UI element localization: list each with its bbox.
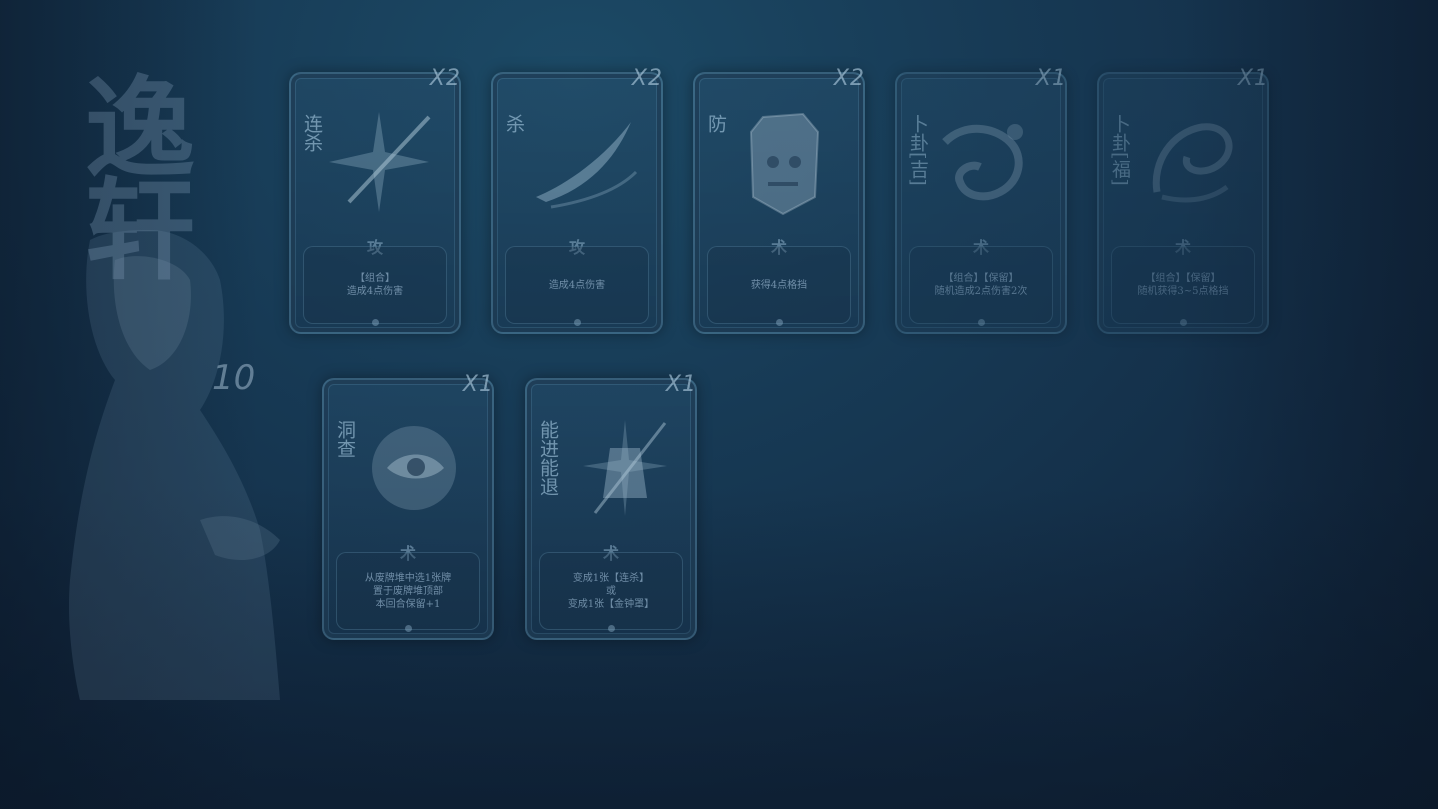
card-cost-dot [978,319,985,326]
card-cost-dot [1180,319,1187,326]
card-count: X1 [1237,66,1269,91]
card-dong-cha[interactable]: X1 洞查 术 从废牌堆中选1张牌 置于废牌堆顶部 本回合保留+1 [322,372,494,640]
card-bu-gua-ji[interactable]: X1 卜卦[吉] 术 【组合】【保留】 随机造成2点伤害2次 [895,66,1067,334]
demon-shield-icon [749,112,820,216]
card-description-box: 造成4点伤害 [505,246,649,324]
phoenix-divination-icon [1152,123,1233,203]
card-count: X2 [631,66,663,91]
card-description: 造成4点伤害 [548,279,606,291]
card-cost-dot [405,625,412,632]
card-neng-jin-neng-tui[interactable]: X1 能进能退 术 变成1张【连杀】 或 变成1张【金钟罩】 [525,372,697,640]
card-description: 从废牌堆中选1张牌 置于废牌堆顶部 本回合保留+1 [364,572,452,610]
eye-cloud-icon [372,426,456,510]
slash-blade-icon [536,122,638,209]
card-description-box: 获得4点格挡 [707,246,851,324]
card-description-box: 【组合】 造成4点伤害 [303,246,447,324]
card-bu-gua-fu[interactable]: X1 卜卦[福] 术 【组合】【保留】 随机获得3~5点格挡 [1097,66,1269,334]
card-count: X1 [1035,66,1067,91]
hero-level: 10 [212,358,256,398]
card-sha[interactable]: X2 杀 攻 造成4点伤害 [491,66,663,334]
card-description: 【组合】 造成4点伤害 [346,273,404,297]
hero-name: 逸轩 [66,70,195,274]
card-count: X1 [462,372,494,397]
card-description: 【组合】【保留】 随机获得3~5点格挡 [1137,273,1229,297]
starburst-blade-icon [329,112,431,212]
card-lian-sha[interactable]: X2 连杀 攻 【组合】 造成4点伤害 [289,66,461,334]
card-description: 【组合】【保留】 随机造成2点伤害2次 [934,273,1028,297]
card-description: 获得4点格挡 [750,279,808,291]
card-cost-dot [574,319,581,326]
card-cost-dot [372,319,379,326]
card-count: X2 [429,66,461,91]
card-description-box: 【组合】【保留】 随机造成2点伤害2次 [909,246,1053,324]
dragon-divination-icon [942,124,1023,201]
card-fang[interactable]: X2 防 术 获得4点格挡 [693,66,865,334]
card-description: 变成1张【连杀】 或 变成1张【金钟罩】 [567,572,655,610]
bell-burst-icon [583,420,667,516]
card-description-box: 变成1张【连杀】 或 变成1张【金钟罩】 [539,552,683,630]
card-count: X1 [665,372,697,397]
card-count: X2 [833,66,865,91]
card-cost-dot [608,625,615,632]
card-description-box: 【组合】【保留】 随机获得3~5点格挡 [1111,246,1255,324]
card-cost-dot [776,319,783,326]
card-description-box: 从废牌堆中选1张牌 置于废牌堆顶部 本回合保留+1 [336,552,480,630]
